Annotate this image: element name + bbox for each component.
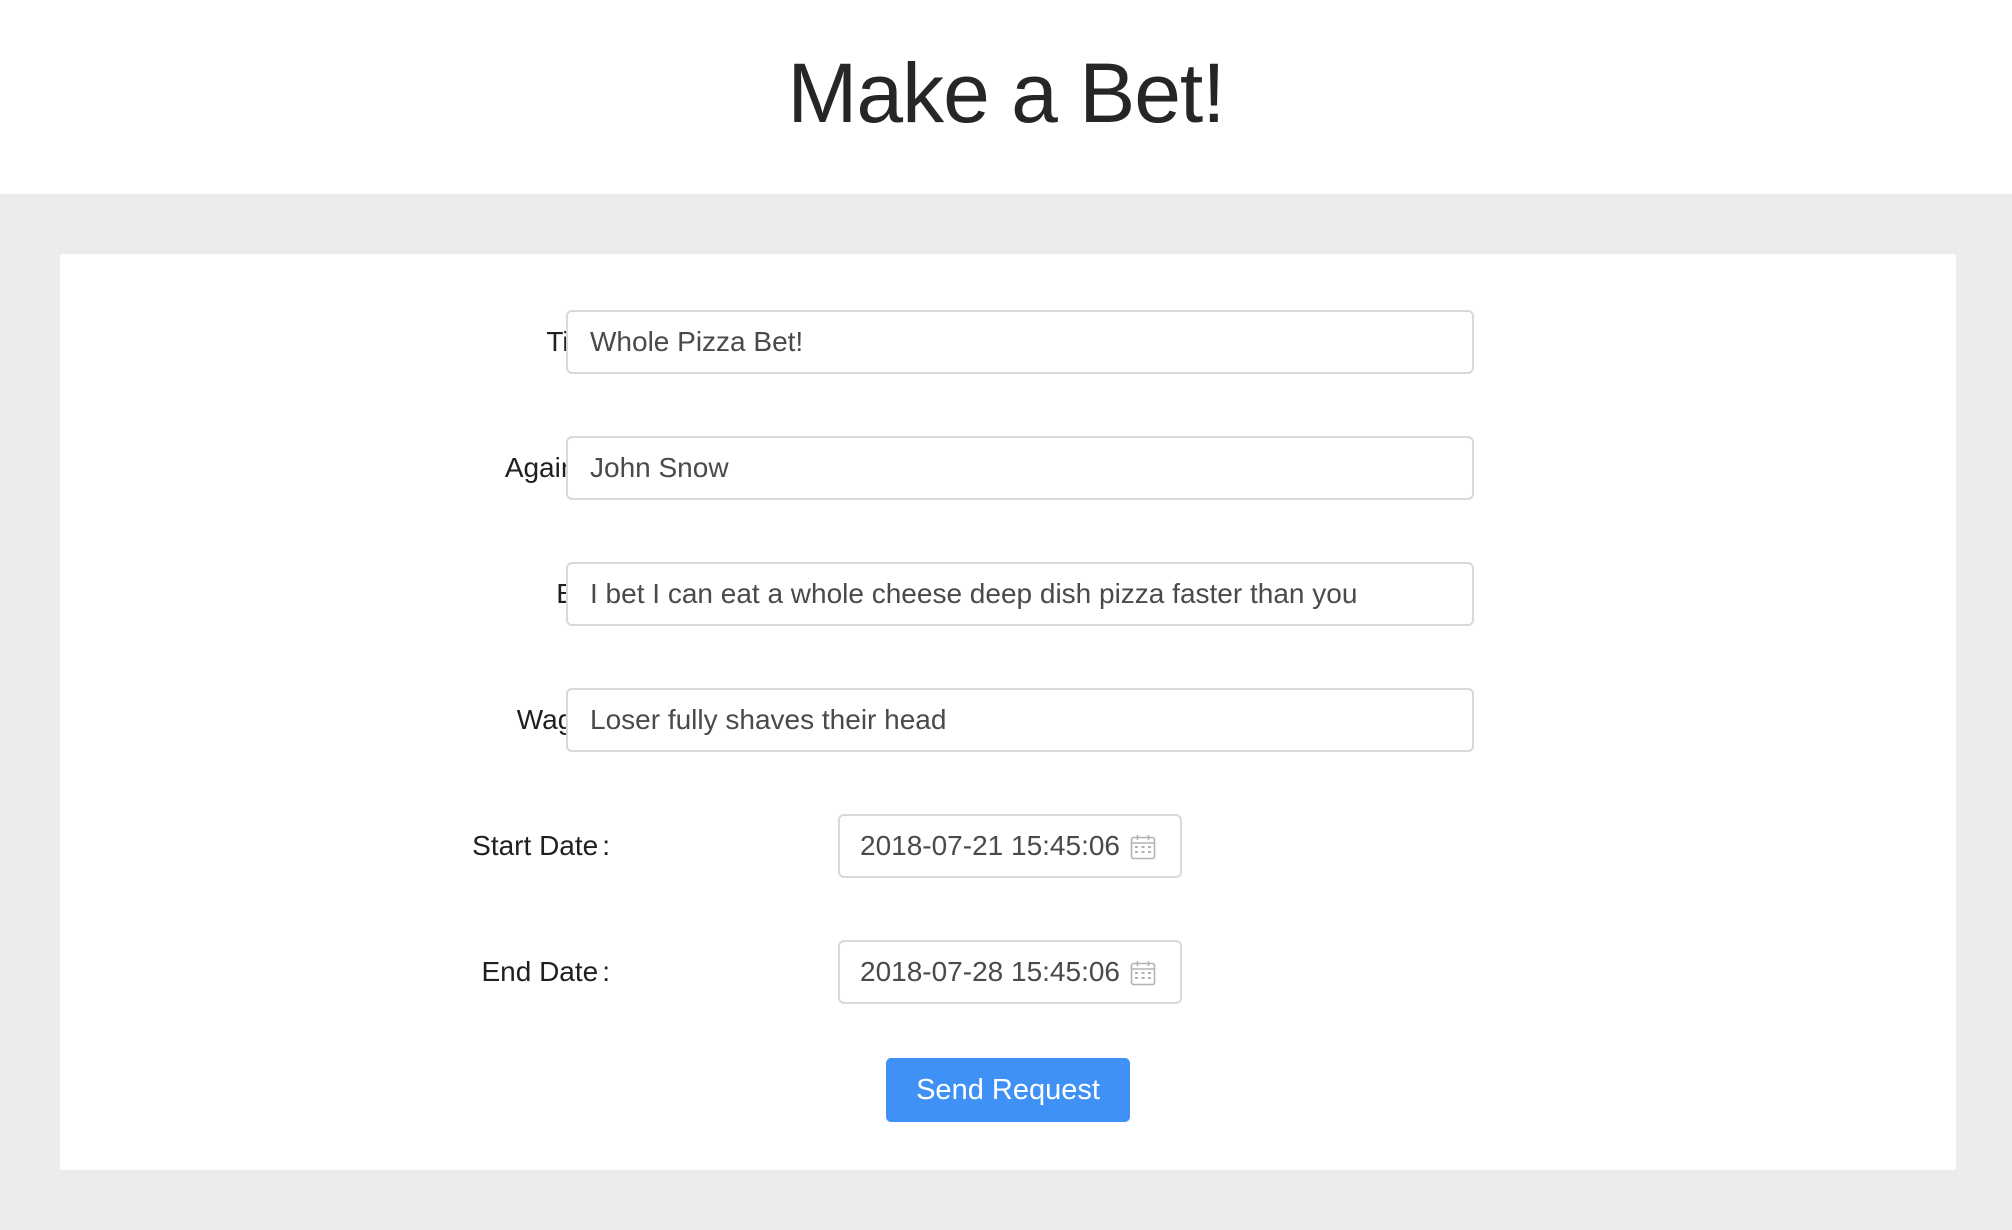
end-date-label-text: End Date xyxy=(481,956,599,987)
bet-row: Bet: xyxy=(60,562,1956,626)
start-date-label: Start Date: xyxy=(472,814,610,878)
page-title: Make a Bet! xyxy=(787,46,1225,140)
page-header: Make a Bet! xyxy=(0,0,2012,194)
bet-input[interactable] xyxy=(566,562,1474,626)
start-date-row: Start Date: xyxy=(60,814,1956,878)
end-date-label-colon: : xyxy=(602,956,610,987)
end-date-picker[interactable] xyxy=(838,940,1182,1004)
end-date-label: End Date: xyxy=(481,940,610,1004)
start-date-label-text: Start Date xyxy=(472,830,599,861)
title-row: Title: xyxy=(60,310,1956,374)
send-request-button[interactable]: Send Request xyxy=(886,1058,1130,1122)
bet-form-card: Title: Against: Bet: Wager: Start Date: xyxy=(60,254,1956,1170)
end-date-row: End Date: xyxy=(60,940,1956,1004)
calendar-icon[interactable] xyxy=(1130,834,1156,860)
wager-input[interactable] xyxy=(566,688,1474,752)
against-input[interactable] xyxy=(566,436,1474,500)
start-date-picker[interactable] xyxy=(838,814,1182,878)
wager-row: Wager: xyxy=(60,688,1956,752)
start-date-input[interactable] xyxy=(860,816,1130,876)
end-date-input[interactable] xyxy=(860,942,1130,1002)
calendar-icon[interactable] xyxy=(1130,960,1156,986)
against-row: Against: xyxy=(60,436,1956,500)
start-date-label-colon: : xyxy=(602,830,610,861)
title-input[interactable] xyxy=(566,310,1474,374)
